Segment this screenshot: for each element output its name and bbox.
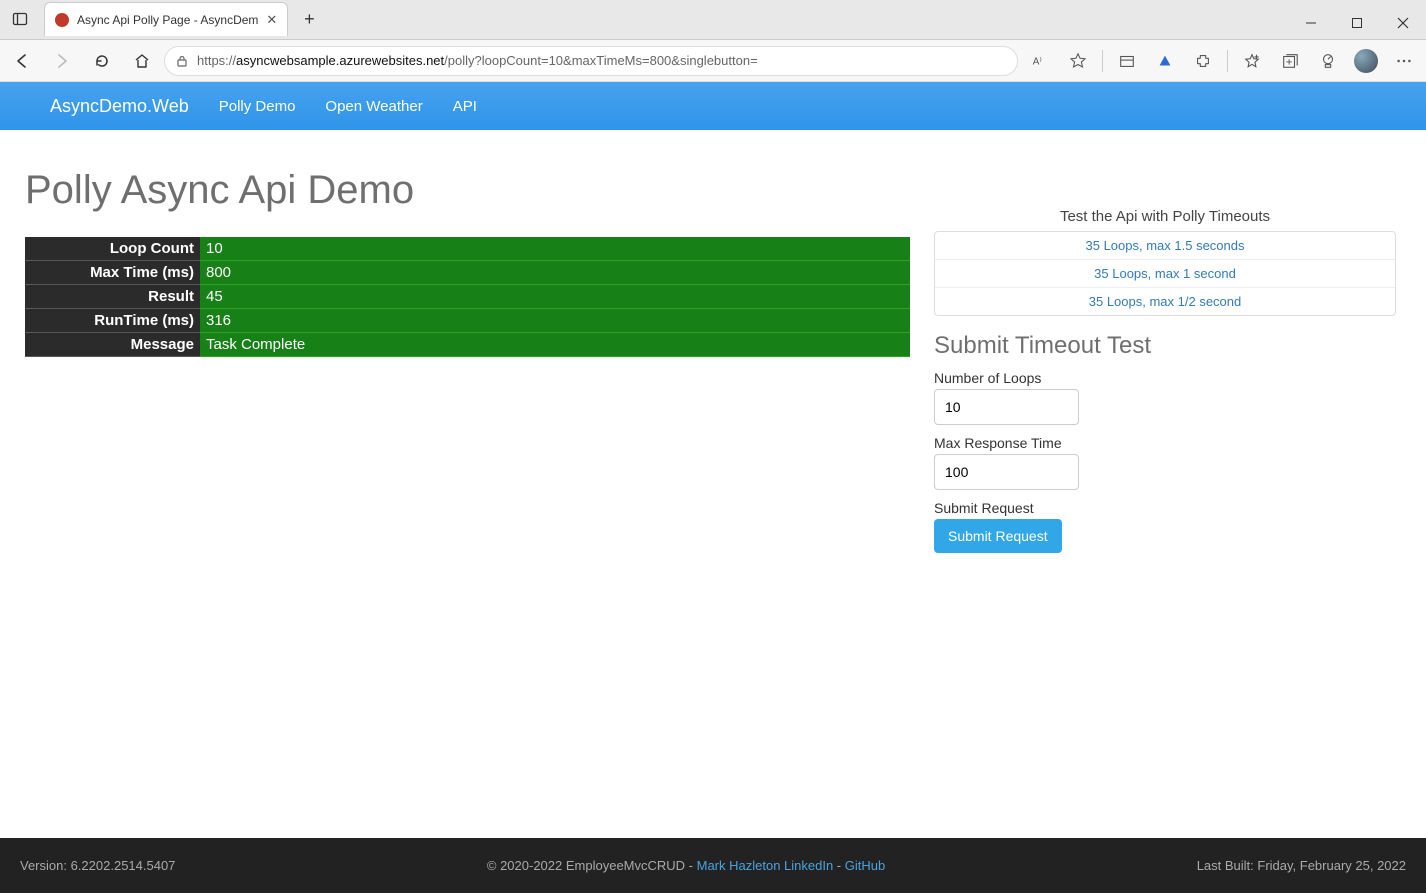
tab-title: Async Api Polly Page - AsyncDem xyxy=(77,13,258,27)
refresh-button[interactable] xyxy=(84,43,120,79)
favorite-star-icon[interactable] xyxy=(1060,43,1096,79)
nav-polly-demo[interactable]: Polly Demo xyxy=(219,98,296,115)
table-row: Max Time (ms)800 xyxy=(25,261,910,285)
browser-tab-active[interactable]: Async Api Polly Page - AsyncDem ✕ xyxy=(44,2,288,36)
table-row: Result45 xyxy=(25,285,910,309)
table-row: MessageTask Complete xyxy=(25,333,910,357)
extensions-icon[interactable] xyxy=(1185,43,1221,79)
footer-linkedin-link[interactable]: Mark Hazleton LinkedIn xyxy=(697,858,834,873)
page-title: Polly Async Api Demo xyxy=(25,168,910,213)
footer-built: Last Built: Friday, February 25, 2022 xyxy=(1197,858,1406,873)
preset-link-list: 35 Loops, max 1.5 seconds 35 Loops, max … xyxy=(934,231,1396,316)
url-text: https://asyncwebsample.azurewebsites.net… xyxy=(197,53,758,68)
side-panel-title: Test the Api with Polly Timeouts xyxy=(934,208,1396,225)
home-button[interactable] xyxy=(124,43,160,79)
tab-close-icon[interactable]: ✕ xyxy=(266,12,277,28)
collections-icon[interactable] xyxy=(1272,43,1308,79)
submit-label: Submit Request xyxy=(934,500,1396,516)
nav-open-weather[interactable]: Open Weather xyxy=(325,98,422,115)
brand-link[interactable]: AsyncDemo.Web xyxy=(50,96,189,117)
preset-link[interactable]: 35 Loops, max 1.5 seconds xyxy=(935,232,1395,260)
favicon-icon xyxy=(55,13,69,27)
address-bar[interactable]: https://asyncwebsample.azurewebsites.net… xyxy=(164,46,1018,76)
footer-version: Version: 6.2202.2514.5407 xyxy=(20,858,175,873)
tab-actions-icon[interactable] xyxy=(0,0,40,39)
new-tab-button[interactable]: + xyxy=(294,4,324,34)
window-minimize-button[interactable] xyxy=(1288,7,1334,39)
maxtime-label: Max Response Time xyxy=(934,435,1396,451)
stats-table: Loop Count10 Max Time (ms)800 Result45 R… xyxy=(25,237,910,357)
browser-toolbar: https://asyncwebsample.azurewebsites.net… xyxy=(0,40,1426,82)
window-maximize-button[interactable] xyxy=(1334,7,1380,39)
performance-icon[interactable] xyxy=(1310,43,1346,79)
shopping-icon[interactable] xyxy=(1109,43,1145,79)
preset-link[interactable]: 35 Loops, max 1/2 second xyxy=(935,288,1395,315)
forward-button xyxy=(44,43,80,79)
site-footer: Version: 6.2202.2514.5407 © 2020-2022 Em… xyxy=(0,838,1426,893)
favorites-bar-icon[interactable] xyxy=(1234,43,1270,79)
submit-request-button[interactable]: Submit Request xyxy=(934,519,1062,553)
footer-github-link[interactable]: GitHub xyxy=(845,858,885,873)
back-button[interactable] xyxy=(4,43,40,79)
window-close-button[interactable] xyxy=(1380,7,1426,39)
profile-avatar[interactable] xyxy=(1348,43,1384,79)
footer-center: © 2020-2022 EmployeeMvcCRUD - Mark Hazle… xyxy=(487,858,885,873)
form-title: Submit Timeout Test xyxy=(934,332,1396,360)
site-navbar: AsyncDemo.Web Polly Demo Open Weather AP… xyxy=(0,82,1426,130)
extension-triangle-icon[interactable] xyxy=(1147,43,1183,79)
nav-api[interactable]: API xyxy=(453,98,477,115)
table-row: Loop Count10 xyxy=(25,237,910,261)
more-menu-icon[interactable] xyxy=(1386,43,1422,79)
svg-text:A⁾: A⁾ xyxy=(1033,56,1042,67)
preset-link[interactable]: 35 Loops, max 1 second xyxy=(935,260,1395,288)
loops-input[interactable] xyxy=(934,389,1079,425)
lock-icon xyxy=(175,54,189,68)
maxtime-input[interactable] xyxy=(934,454,1079,490)
table-row: RunTime (ms)316 xyxy=(25,309,910,333)
loops-label: Number of Loops xyxy=(934,370,1396,386)
browser-titlebar: Async Api Polly Page - AsyncDem ✕ + xyxy=(0,0,1426,40)
read-aloud-icon[interactable]: A⁾ xyxy=(1022,43,1058,79)
